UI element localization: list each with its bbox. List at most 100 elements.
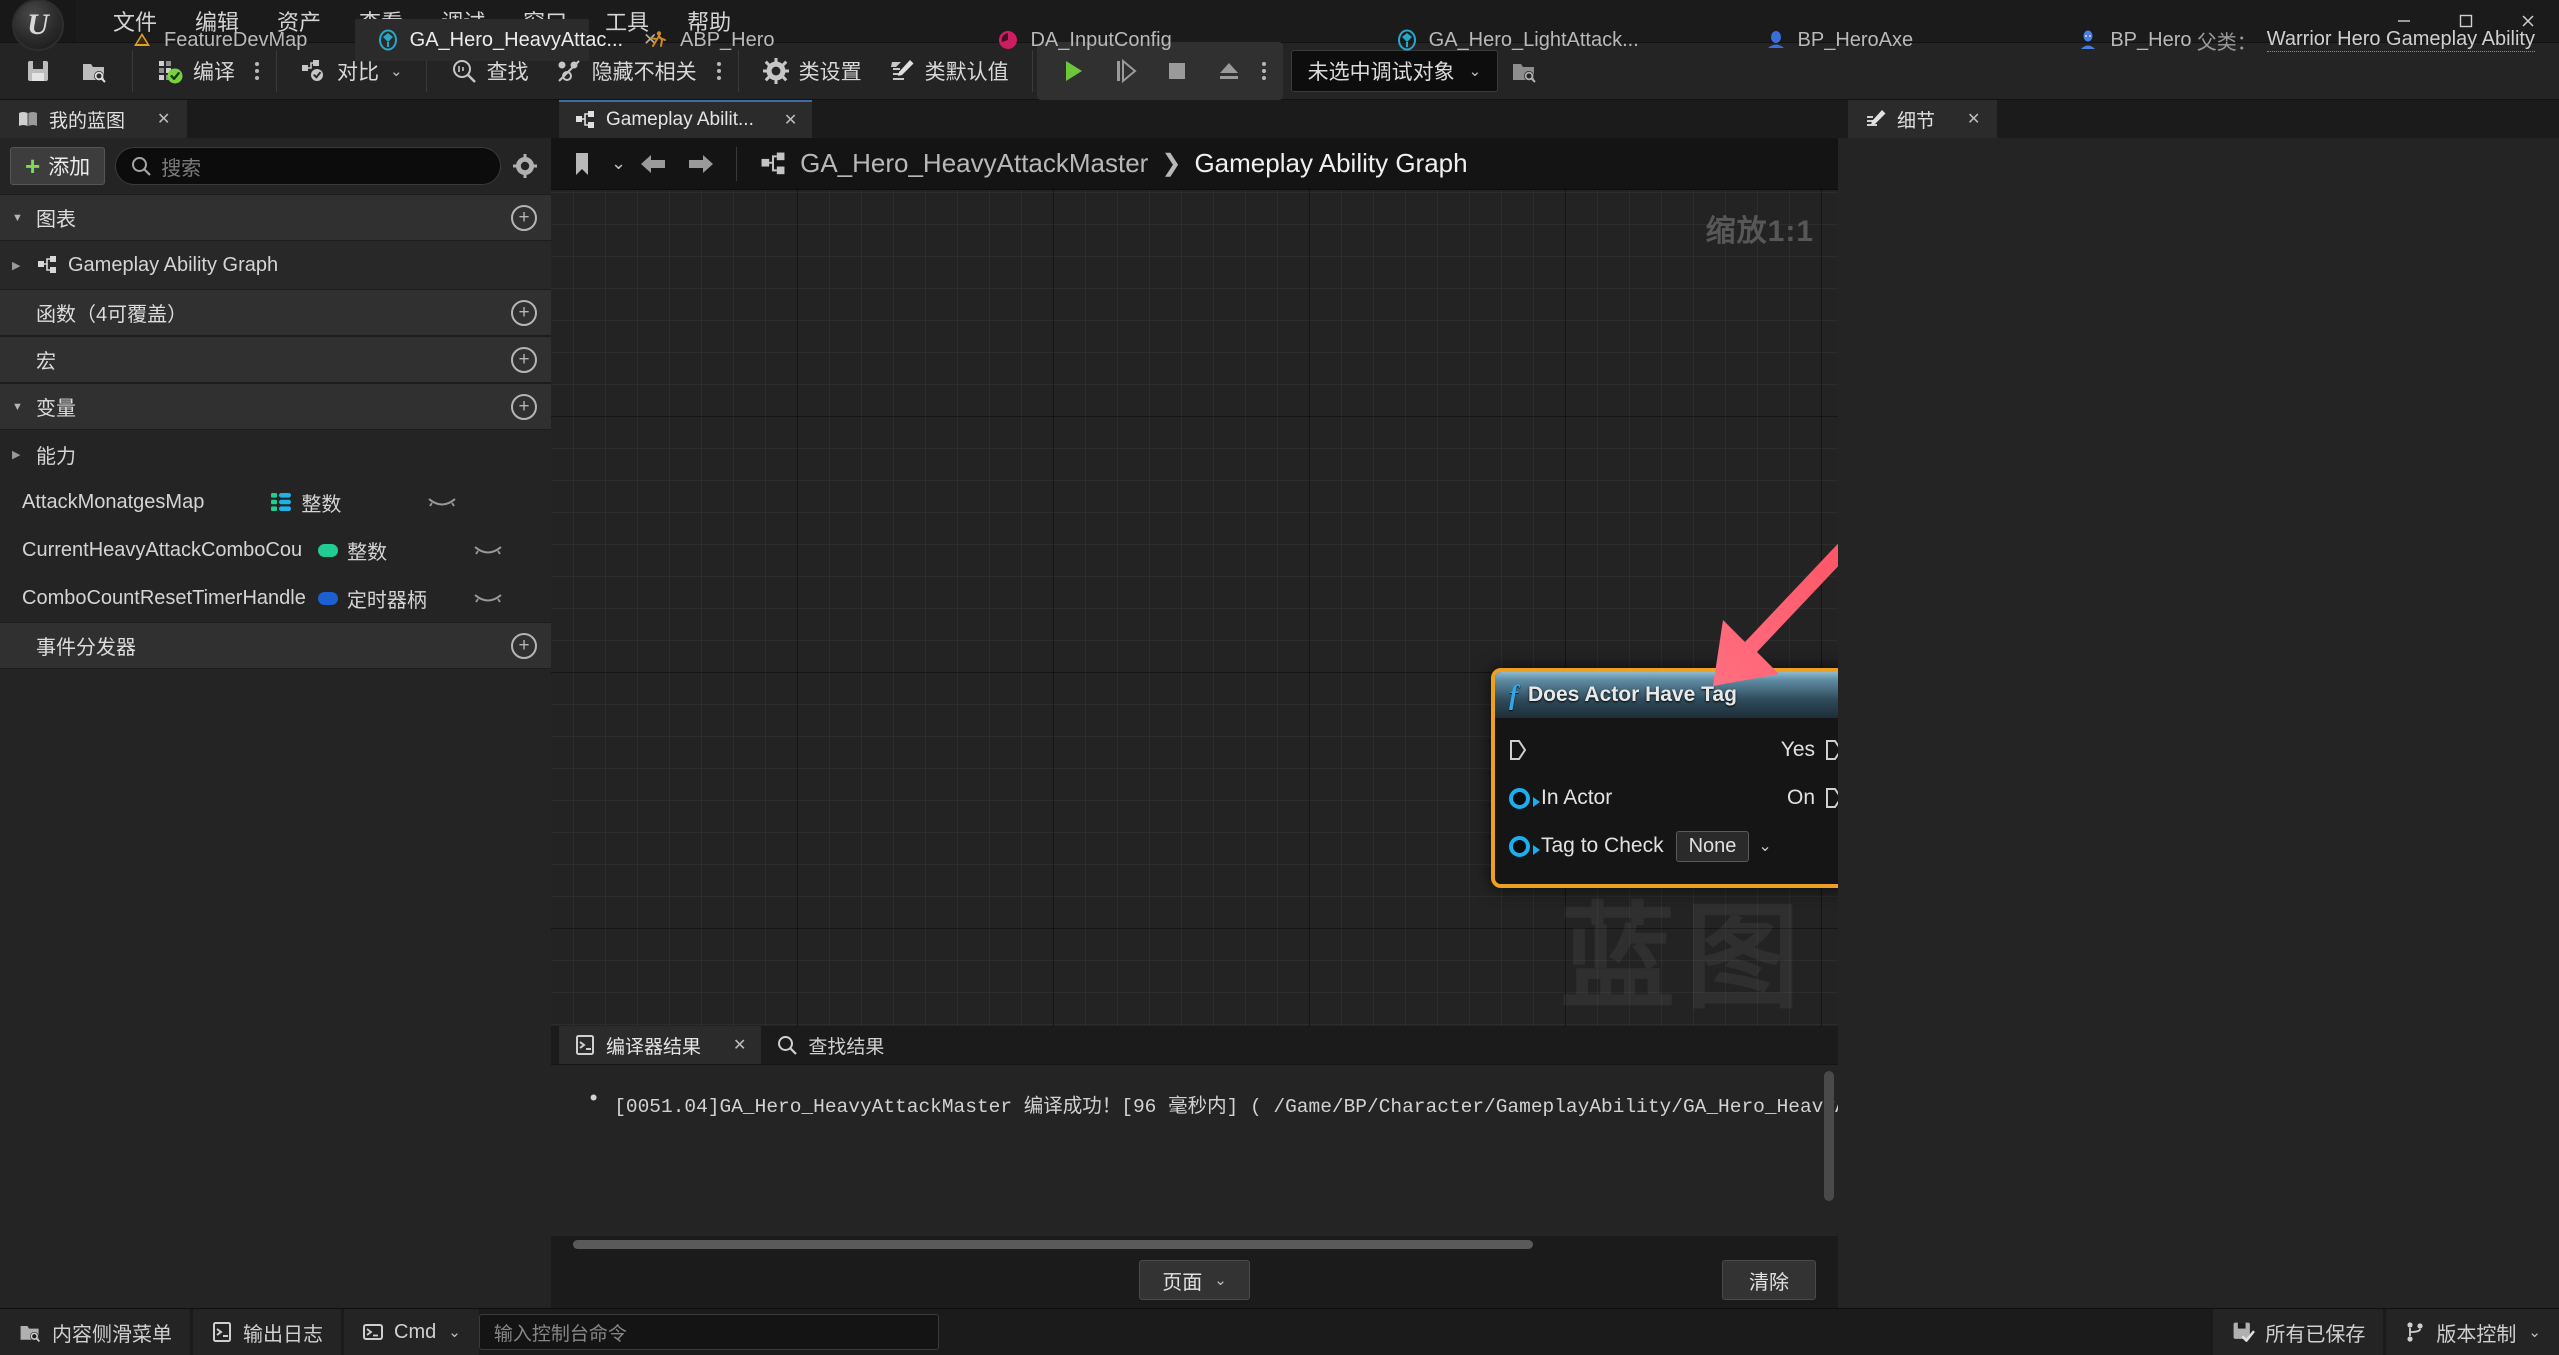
bookmark-button[interactable] xyxy=(561,143,603,185)
diff-icon xyxy=(300,57,328,85)
in-actor-pin[interactable]: In Actor xyxy=(1509,786,1612,810)
visibility-eye-icon[interactable] xyxy=(473,542,503,558)
variable-type[interactable]: 整数 xyxy=(318,536,455,565)
log-entry[interactable]: • [0051.04]GA_Hero_HeavyAttackMaster 编译成… xyxy=(551,1065,1838,1119)
variable-type-label: 整数 xyxy=(347,541,388,564)
close-icon[interactable]: ✕ xyxy=(733,1035,746,1055)
scroll-thumb[interactable] xyxy=(573,1240,1533,1249)
anim-blueprint-icon xyxy=(647,29,669,51)
add-button[interactable]: + 添加 xyxy=(10,147,106,185)
asset-tab-ga-hero-lightattack[interactable]: GA_Hero_LightAttack... xyxy=(1374,19,1639,61)
variable-row[interactable]: CurrentHeavyAttackComboCou 整数 xyxy=(0,526,551,574)
variable-row[interactable]: ComboCountResetTimerHandle 定时器柄 xyxy=(0,574,551,622)
chevron-right-icon[interactable]: ▶ xyxy=(12,259,30,272)
my-blueprint-settings-button[interactable] xyxy=(511,152,539,180)
parent-class-link[interactable]: Warrior Hero Gameplay Ability xyxy=(2266,28,2535,52)
add-function-button[interactable]: + xyxy=(511,299,537,326)
asset-tab-bp-heroaxe[interactable]: BP_HeroAxe xyxy=(1743,19,1913,61)
editor-body: 我的蓝图 ✕ + 添加 搜索 ▼ 图表 + ▶ Gameplay Ability… xyxy=(0,100,2559,1308)
add-graph-button[interactable]: + xyxy=(511,204,537,231)
asset-tab-ga-hero-heavyattack[interactable]: GA_Hero_HeavyAttac... ✕ xyxy=(354,19,657,61)
graph-editor: Gameplay Abilit... ✕ ⌄ GA_Hero_HeavyAtta… xyxy=(551,100,1838,1308)
tag-value: None xyxy=(1675,830,1750,862)
add-macro-button[interactable]: + xyxy=(511,346,537,373)
yes-exec-out[interactable]: Yes xyxy=(1781,738,1838,762)
variable-row[interactable]: AttackMonatgesMap 整数 xyxy=(0,478,551,526)
zoom-level-label: 缩放1:1 xyxy=(1705,215,1814,248)
asset-tab-featuredevmap[interactable]: FeatureDevMap xyxy=(105,19,307,61)
graph-canvas-wrapper[interactable]: 缩放1:1 蓝图 f Does Actor Have Tag Yes In Ac… xyxy=(551,190,1838,1026)
tab-label: 查找结果 xyxy=(808,1036,885,1058)
section-variables[interactable]: ▼ 变量 + xyxy=(0,383,551,430)
tab-my-blueprint[interactable]: 我的蓝图 ✕ xyxy=(0,100,188,138)
chevron-down-icon[interactable]: ⌄ xyxy=(611,153,626,174)
compile-options-button[interactable] xyxy=(248,62,266,80)
add-variable-button[interactable]: + xyxy=(511,393,537,420)
variable-type[interactable]: 定时器柄 xyxy=(317,584,455,613)
asset-tab-bp-hero[interactable]: BP_Hero xyxy=(2055,19,2191,61)
all-saved-button[interactable]: 所有已保存 xyxy=(2213,1309,2384,1355)
add-event-dispatcher-button[interactable]: + xyxy=(511,632,537,659)
exec-in-pin[interactable] xyxy=(1509,739,1527,761)
close-icon[interactable]: ✕ xyxy=(157,109,170,129)
blueprint-node-does-actor-have-tag[interactable]: f Does Actor Have Tag Yes In Actor On Ta… xyxy=(1491,668,1838,888)
log-horizontal-scrollbar[interactable] xyxy=(551,1236,1838,1252)
log-message: [0051.04]GA_Hero_HeavyAttackMaster 编译成功！… xyxy=(614,1096,1838,1118)
tab-find-results[interactable]: 查找结果 xyxy=(761,1026,899,1064)
variable-name: AttackMonatgesMap xyxy=(22,490,205,513)
chevron-down-icon: ⌄ xyxy=(1758,838,1772,855)
tab-gameplay-ability-graph[interactable]: Gameplay Abilit... ✕ xyxy=(559,100,813,138)
source-control-button[interactable]: 版本控制 ⌄ xyxy=(2386,1309,2559,1355)
chevron-down-icon: ⌄ xyxy=(2528,1324,2541,1341)
section-event-dispatchers[interactable]: 事件分发器 + xyxy=(0,622,551,669)
tag-to-check-dropdown[interactable]: None ⌄ xyxy=(1675,830,1772,862)
visibility-eye-icon[interactable] xyxy=(473,590,503,606)
my-blueprint-tree: ▼ 图表 + ▶ Gameplay Ability Graph 函数（4可覆盖）… xyxy=(0,194,551,1308)
tag-to-check-pin[interactable]: Tag to Check xyxy=(1509,834,1664,858)
visibility-eye-icon[interactable] xyxy=(427,494,457,510)
close-icon[interactable]: ✕ xyxy=(1967,109,1980,129)
tree-item-gameplay-ability-graph[interactable]: ▶ Gameplay Ability Graph xyxy=(0,241,551,289)
tab-details[interactable]: 细节 ✕ xyxy=(1848,100,1998,138)
output-log-button[interactable]: 输出日志 xyxy=(193,1309,341,1355)
asset-tab-da-inputconfig[interactable]: DA_InputConfig xyxy=(975,19,1172,61)
blueprint-icon xyxy=(1765,29,1787,51)
object-pin-icon xyxy=(1509,787,1540,809)
save-button[interactable] xyxy=(10,48,66,94)
variable-type[interactable]: 整数 xyxy=(270,488,409,517)
graph-watermark: 蓝图 xyxy=(1559,894,1810,1022)
asset-tab-label: GA_Hero_HeavyAttac... xyxy=(409,28,624,51)
section-macros[interactable]: 宏 + xyxy=(0,336,551,383)
hide-unrelated-options-button[interactable] xyxy=(710,62,728,80)
asset-tab-abp-hero[interactable]: ABP_Hero xyxy=(625,19,775,61)
navigate-back-button[interactable] xyxy=(632,143,674,185)
breadcrumb-asset[interactable]: GA_Hero_HeavyAttackMaster xyxy=(800,148,1148,179)
play-options-button[interactable] xyxy=(1255,62,1273,80)
chevron-right-icon[interactable]: ▶ xyxy=(12,448,30,461)
cmd-selector[interactable]: Cmd ⌄ xyxy=(344,1309,479,1355)
folder-search-icon xyxy=(1510,57,1538,85)
search-input[interactable]: 搜索 xyxy=(115,147,501,185)
on-exec-out[interactable]: On xyxy=(1787,786,1838,810)
variable-category-ability[interactable]: ▶ 能力 xyxy=(0,430,551,478)
section-label: 宏 xyxy=(36,351,56,373)
page-button[interactable]: 页面 ⌄ xyxy=(1139,1260,1250,1300)
tab-compiler-results[interactable]: 编译器结果 ✕ xyxy=(559,1026,762,1064)
compiler-tab-row: 编译器结果 ✕ 查找结果 xyxy=(551,1026,1838,1064)
close-icon[interactable]: ✕ xyxy=(784,110,797,130)
my-blueprint-icon xyxy=(17,108,39,130)
navigate-forward-button[interactable] xyxy=(680,143,722,185)
console-command-input[interactable]: 输入控制台命令 xyxy=(478,1314,939,1350)
content-drawer-button[interactable]: 内容侧滑菜单 xyxy=(0,1309,190,1355)
unreal-logo[interactable]: U xyxy=(0,0,76,51)
node-row-in-actor: In Actor On xyxy=(1495,774,1838,822)
compiler-log-area[interactable]: • [0051.04]GA_Hero_HeavyAttackMaster 编译成… xyxy=(551,1064,1838,1236)
gameplay-ability-icon xyxy=(1396,29,1418,51)
content-drawer-label: 内容侧滑菜单 xyxy=(52,1323,172,1346)
log-vertical-scrollbar[interactable] xyxy=(1824,1071,1834,1201)
map-pin-icon xyxy=(270,492,292,512)
section-graphs[interactable]: ▼ 图表 + xyxy=(0,194,551,241)
section-functions[interactable]: 函数（4可覆盖） + xyxy=(0,289,551,336)
graph-header-divider xyxy=(736,146,738,181)
clear-button[interactable]: 清除 xyxy=(1722,1260,1816,1300)
